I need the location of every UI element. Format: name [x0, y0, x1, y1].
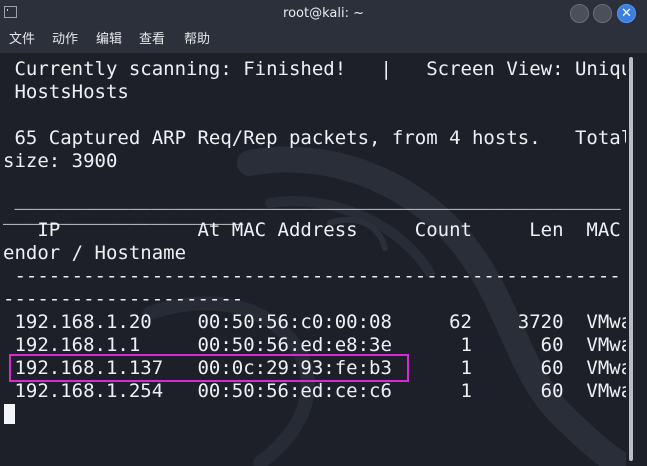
minimize-icon[interactable] [570, 4, 589, 23]
maximize-icon[interactable] [593, 4, 612, 23]
text-cursor [4, 404, 15, 424]
menu-help[interactable]: 帮助 [184, 27, 210, 53]
scrollbar[interactable] [626, 53, 647, 466]
menu-view[interactable]: 查看 [139, 27, 165, 53]
scrollbar-thumb[interactable] [629, 57, 633, 461]
window-title: root@kali: ~ [283, 6, 364, 21]
close-icon[interactable]: ✕ [617, 4, 636, 23]
terminal-line: HostsHosts [3, 81, 129, 103]
table-row: 192.168.1.254 00:50:56:ed:ce:c6 1 60 VMw… [3, 380, 626, 402]
terminal-line: 65 Captured ARP Req/Rep packets, from 4 … [3, 127, 626, 149]
terminal-output[interactable]: Currently scanning: Finished! | Screen V… [0, 53, 626, 466]
menu-action[interactable]: 动作 [52, 27, 78, 53]
menu-file[interactable]: 文件 [9, 27, 35, 53]
terminal-line: Currently scanning: Finished! | Screen V… [3, 58, 626, 80]
terminal-line: size: 3900 [3, 150, 118, 172]
table-header: endor / Hostname [3, 242, 187, 264]
menu-bar: 文件 动作 编辑 查看 帮助 [0, 27, 647, 53]
separator-line: ----------------------------------------… [3, 265, 621, 287]
title-bar: root@kali: ~ ✕ [0, 0, 647, 27]
table-header: IP At MAC Address Count Len MAC V [3, 219, 626, 241]
separator-line: --------------------- [3, 288, 244, 310]
table-row: 192.168.1.20 00:50:56:c0:00:08 62 3720 V… [3, 311, 626, 333]
highlight-box [9, 354, 409, 382]
menu-edit[interactable]: 编辑 [96, 27, 122, 53]
terminal-window: root@kali: ~ ✕ 文件 动作 编辑 查看 帮助 Currently … [0, 0, 647, 466]
